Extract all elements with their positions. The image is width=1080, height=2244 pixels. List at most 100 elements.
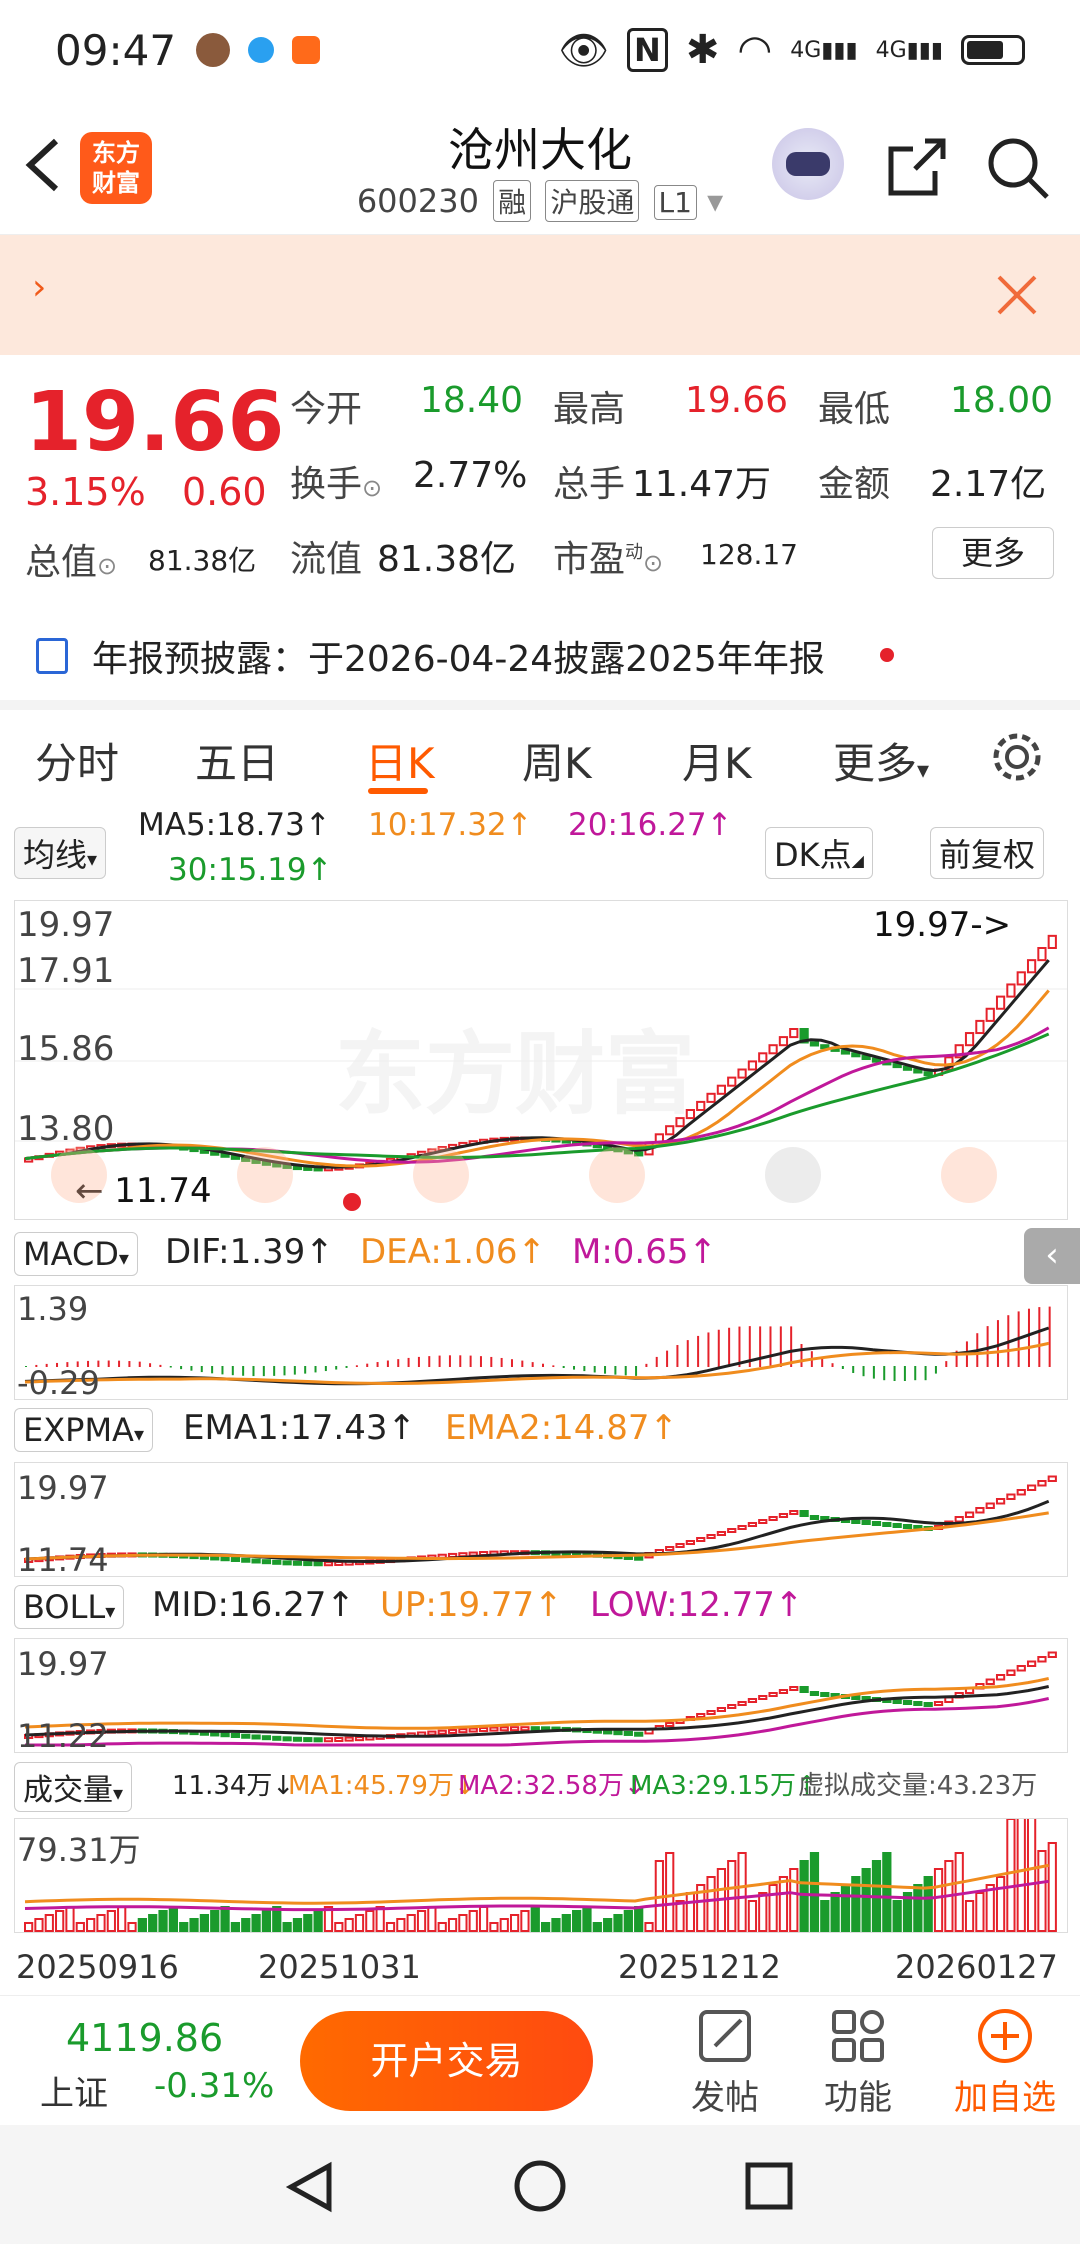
- macd-bar: [800, 1344, 803, 1367]
- volume-chart[interactable]: 79.31万: [14, 1818, 1068, 1933]
- candle: [861, 1520, 871, 1525]
- macd-m: M:0.65↑: [572, 1232, 717, 1272]
- macd-bar: [200, 1366, 203, 1373]
- share-button[interactable]: [885, 135, 949, 203]
- volume-bar: [199, 1914, 210, 1932]
- candle: [1037, 1656, 1047, 1663]
- macd-bar: [283, 1366, 286, 1376]
- macd-bar: [707, 1332, 710, 1367]
- announce-icon: [36, 638, 68, 674]
- candle: [747, 1698, 758, 1703]
- candle: [509, 1726, 520, 1732]
- macd-bar: [1038, 1307, 1041, 1367]
- candle: [1026, 1484, 1037, 1491]
- tab-weekly[interactable]: 周K: [522, 730, 592, 791]
- candle: [696, 1713, 706, 1718]
- tab-monthly[interactable]: 月K: [682, 730, 752, 791]
- dk-point-button[interactable]: DK点◢: [765, 827, 873, 879]
- volume-bar: [148, 1914, 158, 1932]
- nav-home-button[interactable]: [512, 2158, 568, 2218]
- macd-bar: [417, 1356, 420, 1367]
- macd-bar: [924, 1366, 927, 1381]
- close-icon: [997, 275, 1037, 315]
- candle: [282, 1560, 292, 1566]
- scroll-left-button[interactable]: [589, 1147, 645, 1203]
- volume-bar: [820, 1900, 830, 1932]
- zoom-in-button[interactable]: [413, 1147, 469, 1203]
- scroll-right-button[interactable]: [765, 1147, 821, 1203]
- float-label: 流值: [290, 539, 363, 580]
- close-notice-button[interactable]: [995, 273, 1039, 321]
- volume-bar: [106, 1910, 116, 1932]
- macd-bar: [914, 1366, 917, 1381]
- trade-button[interactable]: 开户交易: [300, 2011, 593, 2111]
- tab-daily[interactable]: 日K: [365, 730, 435, 791]
- boll-mid: MID:16.27↑: [152, 1585, 355, 1625]
- macd-y1: 1.39: [17, 1290, 89, 1328]
- volume-bar: [44, 1914, 54, 1932]
- candle: [737, 1068, 747, 1079]
- stock-code: 600230: [356, 182, 479, 220]
- volume-bar: [251, 1914, 261, 1932]
- add-watchlist-button[interactable]: 加自选: [945, 2006, 1065, 2119]
- candle: [975, 1019, 985, 1035]
- zoom-out-button[interactable]: [237, 1147, 293, 1203]
- nav-recents-button[interactable]: [743, 2160, 795, 2216]
- indicator-select-ma[interactable]: 均线▾: [14, 827, 107, 879]
- macd-bar: [128, 1361, 131, 1367]
- index-widget[interactable]: 4119.86 上证 -0.31%: [30, 2016, 280, 2116]
- indicator-select-macd[interactable]: MACD▾: [14, 1232, 138, 1276]
- more-button[interactable]: 更多: [932, 527, 1054, 579]
- announce-text[interactable]: 年报预披露：于2026-04-24披露2025年年报: [92, 630, 825, 682]
- bottom-bar: 4119.86 上证 -0.31% 开户交易 发帖 功能 加自选: [0, 1995, 1080, 2125]
- expma-ema1: EMA1:17.43↑: [183, 1408, 416, 1448]
- tab-fiveday[interactable]: 五日: [195, 730, 279, 791]
- boll-chart[interactable]: 19.97 11.22: [14, 1638, 1068, 1753]
- kline-chart[interactable]: 东方财富 19.97 17.91 15.86 13.80 19.97-> ← 1…: [14, 900, 1068, 1220]
- volume-bar: [509, 1914, 520, 1932]
- indicator-select-expma[interactable]: EXPMA▾: [14, 1408, 153, 1452]
- signal-icon-1: 4G▮▮▮: [790, 37, 858, 63]
- macd-bar: [542, 1363, 544, 1367]
- share-icon: [888, 138, 946, 196]
- candle: [1037, 947, 1047, 962]
- volume-bar: [1016, 1819, 1026, 1932]
- forward-adjust-button[interactable]: 前复权: [930, 827, 1045, 879]
- zoom-left-button[interactable]: [51, 1147, 107, 1203]
- nav-back-button[interactable]: [283, 2160, 337, 2218]
- candle: [1006, 1493, 1016, 1500]
- robot-icon: [786, 152, 830, 176]
- candle: [685, 1540, 695, 1545]
- mktcap-label: 总值⊙: [25, 542, 118, 583]
- tab-intraday[interactable]: 分时: [35, 730, 119, 791]
- volume-value: 11.47万: [632, 464, 772, 505]
- candle: [478, 1727, 489, 1733]
- post-button[interactable]: 发帖: [670, 2006, 780, 2119]
- candle: [995, 995, 1006, 1010]
- tab-more[interactable]: 更多▾: [833, 730, 929, 791]
- volume-bar: [768, 1884, 778, 1932]
- candle: [789, 1686, 799, 1691]
- search-button[interactable]: [985, 135, 1051, 205]
- candle: [623, 1730, 633, 1736]
- expma-chart[interactable]: 19.97 11.74: [14, 1462, 1068, 1577]
- candle: [737, 1701, 747, 1706]
- macd-chart[interactable]: 1.39 -0.29: [14, 1285, 1068, 1400]
- candle: [789, 1028, 799, 1039]
- fullscreen-button[interactable]: [941, 1147, 997, 1203]
- float-value: 81.38亿: [377, 539, 517, 580]
- collapse-panel-button[interactable]: ‹: [1024, 1228, 1080, 1284]
- assistant-robot-button[interactable]: [772, 128, 844, 200]
- indicator-select-volume[interactable]: 成交量▾: [14, 1762, 133, 1812]
- macd-bar: [355, 1365, 358, 1367]
- notice-banner[interactable]: ›: [0, 235, 1080, 355]
- volume-bar: [168, 1906, 178, 1932]
- indicator-select-boll[interactable]: BOLL▾: [14, 1585, 125, 1629]
- settings-button[interactable]: [990, 730, 1044, 794]
- candle: [603, 1729, 613, 1735]
- index-percent: -0.31%: [154, 2066, 275, 2106]
- tag-hgt: 沪股通: [545, 180, 640, 222]
- battery-icon: [961, 35, 1025, 65]
- volume-bar: [365, 1910, 375, 1932]
- function-button[interactable]: 功能: [803, 2006, 913, 2119]
